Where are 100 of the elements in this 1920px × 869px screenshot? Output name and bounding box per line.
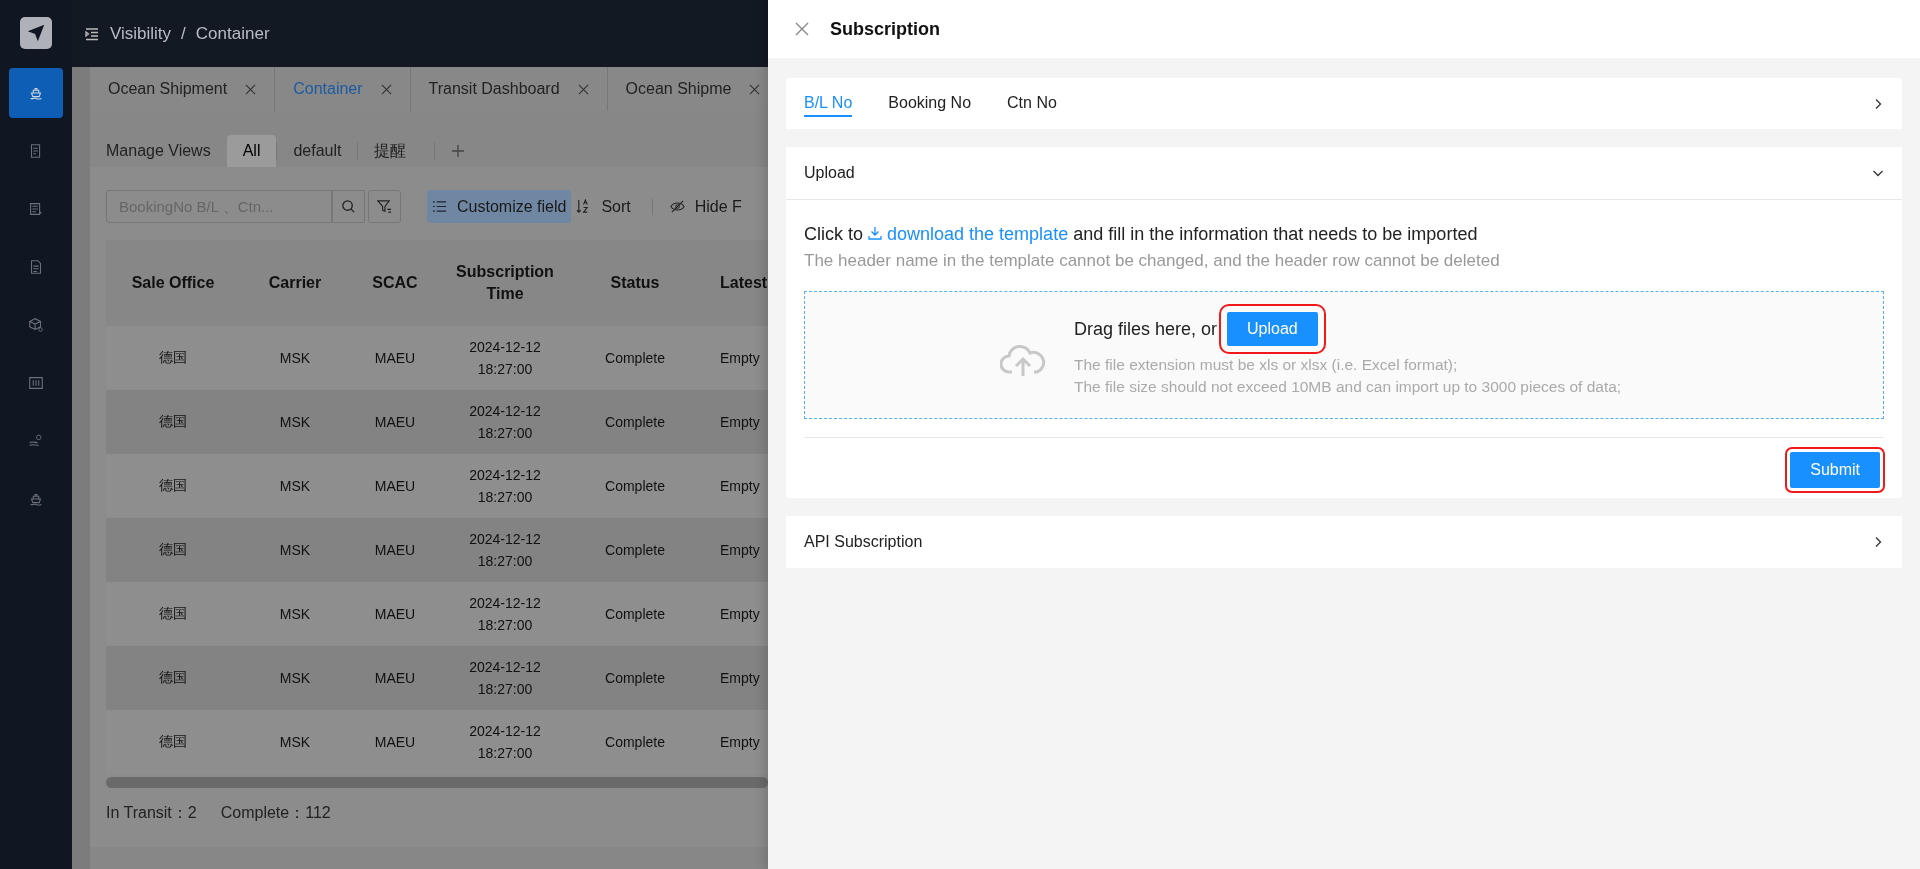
note-text: The header name in the template cannot be changed, and the header row cannot be deleted <box>804 251 1501 271</box>
horizontal-scrollbar[interactable] <box>106 777 768 788</box>
filter-icon <box>377 199 392 214</box>
column-header[interactable]: Carrier <box>240 274 350 292</box>
sort-button[interactable]: Sort <box>571 190 636 223</box>
eye-slash-icon <box>669 199 685 214</box>
table-cell-text: MSK <box>278 478 312 494</box>
tab[interactable]: B/L No <box>804 90 853 117</box>
page-tab[interactable]: Transit Dashboard <box>410 67 608 111</box>
column-header[interactable]: Status <box>570 274 700 292</box>
table-cell-text: MAEU <box>373 350 417 366</box>
table-cell-text: MSK <box>278 734 312 750</box>
file-drop-zone[interactable]: Drag files here, or Upload The file extension must be xls or xlsx (i.e. Excel format); The file size should not exceed 10MB and can import up to 3000 pieces of data; <box>804 291 1884 419</box>
page-tab[interactable]: Ocean Shipment <box>90 67 276 111</box>
table-cell-text: Complete <box>604 734 666 750</box>
table-cell-text: MAEU <box>373 606 417 622</box>
panel-icon <box>27 374 45 392</box>
table-cell-text: 德国 <box>158 733 188 751</box>
summary-count: Complete：112 <box>220 803 331 823</box>
list-icon <box>432 199 447 214</box>
page-tab[interactable]: Ocean Shipme <box>607 67 768 111</box>
hint-text: The file size should not exceed 10MB and can import up to 3000 pieces of data; <box>1074 377 1622 397</box>
table-cell-text: 2024-12-12 18:27:00 <box>468 338 542 379</box>
table-cell-text: Empty <box>719 542 761 558</box>
table-cell-text: 德国 <box>158 413 188 431</box>
filter-button[interactable] <box>368 190 401 223</box>
download-icon <box>868 226 882 240</box>
view-tab[interactable]: default <box>277 135 358 167</box>
close-icon[interactable] <box>749 83 761 95</box>
view-tab[interactable]: 提醒 <box>358 135 423 167</box>
table-cell-text: MSK <box>278 350 312 366</box>
manage-views-link[interactable]: Manage Views <box>90 142 227 160</box>
table-cell-text: 2024-12-12 18:27:00 <box>468 722 542 763</box>
sidebar-item[interactable] <box>9 68 63 118</box>
table-cell-text: Complete <box>604 542 666 558</box>
table-cell-text: 德国 <box>158 669 188 687</box>
table-cell-text: 2024-12-12 18:27:00 <box>468 466 542 507</box>
search-icon <box>341 199 356 214</box>
column-header[interactable]: SCAC <box>350 274 440 292</box>
table-row[interactable]: 德国 MSK MAEU 2024-12-12 18:27:00 Complete Empty <box>106 518 768 582</box>
table-cell-text: Empty <box>719 350 761 366</box>
table-cell-text: MSK <box>278 606 312 622</box>
tab[interactable]: Booking No <box>888 90 972 117</box>
table-cell-text: Complete <box>604 606 666 622</box>
table-cell-text: Empty <box>719 670 761 686</box>
table-cell-text: MSK <box>278 414 312 430</box>
table-cell-text: 德国 <box>158 349 188 367</box>
table-cell-text: 德国 <box>158 541 188 559</box>
table-cell-text: 2024-12-12 18:27:00 <box>468 658 542 699</box>
hide-button[interactable]: Hide F <box>664 190 747 223</box>
table-cell-text: Complete <box>604 350 666 366</box>
close-icon[interactable] <box>577 83 589 95</box>
summary-count: In Transit：2 <box>106 803 197 823</box>
table-cell-text: Complete <box>604 670 666 686</box>
table-cell-text: 德国 <box>158 477 188 495</box>
table-cell-text: Empty <box>719 606 761 622</box>
upload-button[interactable]: Upload <box>1227 312 1318 346</box>
table-cell-text: MAEU <box>373 414 417 430</box>
customize-field-button[interactable]: Customize field <box>427 190 572 223</box>
box-gear-icon <box>27 316 45 334</box>
table-cell-text: MAEU <box>373 670 417 686</box>
drawer-title: Subscription <box>830 18 940 40</box>
hint-text: The file extension must be xls or xlsx (i.e. Excel format); <box>1074 355 1459 375</box>
menu-icon[interactable] <box>84 25 100 42</box>
table-cell-text: 德国 <box>158 605 188 623</box>
breadcrumb-item[interactable]: Visibility <box>110 23 172 44</box>
plus-icon[interactable] <box>451 144 466 158</box>
close-icon[interactable] <box>245 83 257 95</box>
tab[interactable]: Ctn No <box>1007 90 1057 117</box>
table-cell-text: MAEU <box>373 542 417 558</box>
table-cell-text: MAEU <box>373 734 417 750</box>
search-button[interactable] <box>332 190 365 223</box>
column-header[interactable]: Latest <box>700 274 768 292</box>
logo-icon <box>20 17 52 49</box>
table-cell-text: MAEU <box>373 478 417 494</box>
view-tab[interactable]: All <box>226 135 277 167</box>
close-icon[interactable] <box>380 83 392 95</box>
section-title[interactable]: Upload <box>804 164 855 182</box>
table-cell-text: Empty <box>719 414 761 430</box>
table-cell-text: Complete <box>604 414 666 430</box>
column-header[interactable]: Subscription Time <box>445 261 565 305</box>
table-cell-text: Empty <box>719 734 761 750</box>
table-cell-text: 2024-12-12 18:27:00 <box>468 594 542 635</box>
column-header[interactable]: Sale Office <box>106 274 240 292</box>
table-row[interactable]: 德国 MSK MAEU 2024-12-12 18:27:00 Complete Empty <box>106 646 768 710</box>
close-icon[interactable] <box>794 21 810 37</box>
table-cell-text: 2024-12-12 18:27:00 <box>468 402 542 443</box>
table-cell-text: MSK <box>278 542 312 558</box>
table-cell-text: MSK <box>278 670 312 686</box>
section-title[interactable]: API Subscription <box>804 533 923 551</box>
table-cell-text: Complete <box>604 478 666 494</box>
table-cell-text: Empty <box>719 478 761 494</box>
drop-prompt: Drag files here, or <box>1074 318 1218 340</box>
breadcrumb-separator: / <box>181 23 186 44</box>
table-cell-text: 2024-12-12 18:27:00 <box>468 530 542 571</box>
instruction-text: Click to download the template and fill in the information that needs to be imported <box>804 224 1479 245</box>
breadcrumb-item[interactable]: Container <box>195 23 270 44</box>
cloud-upload-icon <box>1000 342 1046 378</box>
download-template-link[interactable]: download the template <box>868 224 1069 244</box>
table-row[interactable]: 德国 MSK MAEU 2024-12-12 18:27:00 Complete Empty <box>106 390 768 454</box>
